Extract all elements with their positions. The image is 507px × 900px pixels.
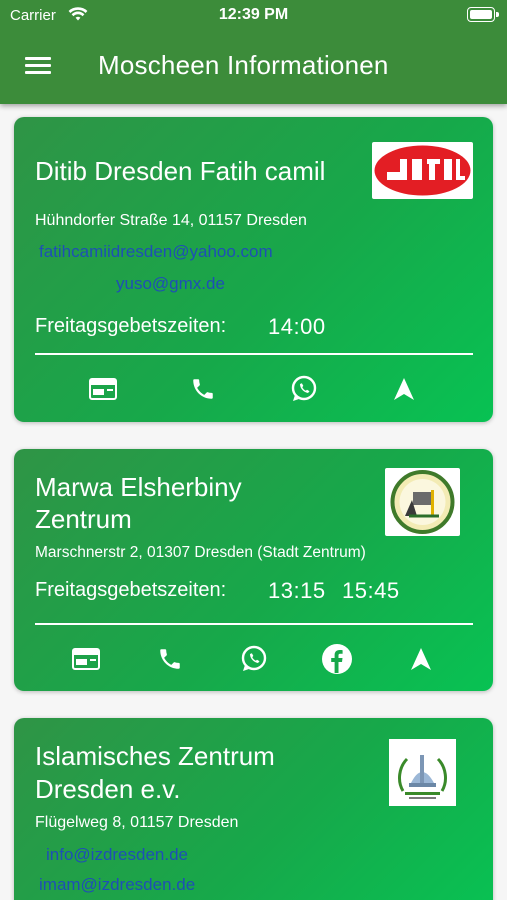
whatsapp-icon: [291, 375, 317, 401]
email-link[interactable]: yuso@gmx.de: [116, 274, 225, 294]
mosque-name-line1: Islamisches Zentrum: [35, 741, 275, 771]
mosque-address: Marschnerstr 2, 01307 Dresden (Stadt Zen…: [35, 544, 366, 561]
prayer-label: Freitagsgebetszeiten:: [35, 579, 227, 601]
details-button[interactable]: [85, 371, 121, 407]
facebook-button[interactable]: [319, 641, 355, 677]
email-link[interactable]: fatihcamiidresden@yahoo.com: [39, 242, 273, 262]
whatsapp-button[interactable]: [286, 371, 322, 407]
mosque-address: Flügelweg 8, 01157 Dresden: [35, 814, 239, 831]
navigate-button[interactable]: [386, 371, 422, 407]
clock: 12:39 PM: [218, 6, 289, 23]
phone-icon: [160, 649, 180, 669]
battery-icon: [467, 7, 499, 22]
phone-icon: [193, 379, 213, 399]
prayer-time: 14:00: [268, 314, 326, 339]
status-bar: Carrier 12:39 PM: [0, 0, 507, 32]
facebook-icon: [322, 644, 352, 674]
navigate-button[interactable]: [403, 641, 439, 677]
app-bar: Carrier 12:39 PM Moscheen Informationen: [0, 0, 507, 104]
divider: [35, 623, 473, 625]
menu-button[interactable]: [25, 55, 53, 77]
prayer-time: 15:45: [342, 578, 400, 603]
prayer-label: Freitagsgebetszeiten:: [35, 315, 227, 337]
mosque-name-line2: Zentrum: [35, 504, 132, 534]
page-title: Moscheen Informationen: [98, 50, 389, 80]
navigation-arrow-icon: [394, 378, 414, 400]
marwa-logo: [385, 468, 460, 536]
email-link[interactable]: imam@izdresden.de: [39, 875, 195, 895]
whatsapp-button[interactable]: [236, 641, 272, 677]
mosque-name-line1: Marwa Elsherbiny: [35, 472, 242, 502]
mosque-card: Ditib Dresden Fatih camil Hühndorfer Str…: [14, 117, 493, 422]
call-button[interactable]: [152, 641, 188, 677]
mosque-address: Hühndorfer Straße 14, 01157 Dresden: [35, 212, 307, 229]
divider: [35, 353, 473, 355]
details-button[interactable]: [68, 641, 104, 677]
whatsapp-icon: [241, 645, 267, 671]
card-icon: [89, 378, 117, 400]
mosque-name: Ditib Dresden Fatih camil: [35, 156, 326, 186]
navigation-arrow-icon: [411, 648, 431, 670]
mosque-card: Marwa Elsherbiny Zentrum Marschnerstr 2,…: [14, 449, 493, 691]
card-icon: [72, 648, 100, 670]
mosque-name-line2: Dresden e.v.: [35, 774, 181, 804]
mosque-card: Islamisches Zentrum Dresden e.v. Flügelw…: [14, 718, 493, 900]
prayer-time: 13:15: [268, 578, 326, 603]
izd-logo: [389, 739, 456, 806]
ditib-logo: [372, 142, 473, 199]
email-link[interactable]: info@izdresden.de: [46, 845, 188, 865]
hamburger-icon: [25, 57, 51, 60]
call-button[interactable]: [185, 371, 221, 407]
